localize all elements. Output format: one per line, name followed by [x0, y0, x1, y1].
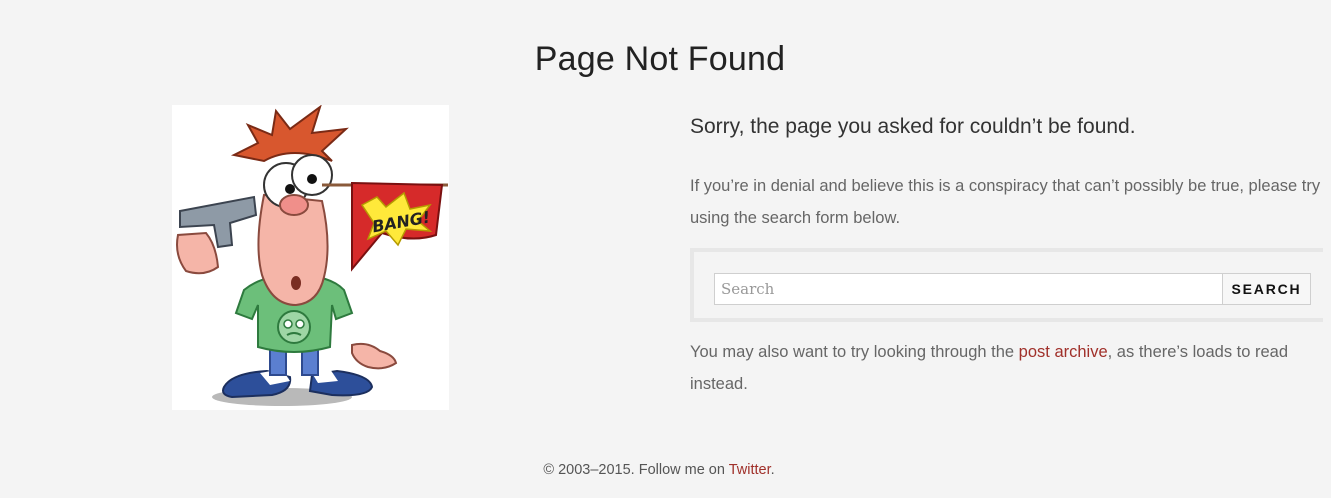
search-button[interactable]: SEARCH [1223, 273, 1311, 305]
search-form: SEARCH [690, 248, 1323, 322]
lead-message: Sorry, the page you asked for couldn’t b… [690, 115, 1136, 138]
search-input[interactable] [714, 273, 1223, 305]
page: Page Not Found BANG! Sorry, the page you… [0, 0, 1331, 498]
footer-suffix: . [770, 462, 775, 478]
post-archive-link[interactable]: post archive [1019, 343, 1108, 361]
twitter-link[interactable]: Twitter [729, 462, 771, 478]
page-title: Page Not Found [534, 40, 786, 78]
cartoon-illustration: BANG! [172, 105, 449, 410]
footer: © 2003–2015. Follow me on Twitter. [0, 462, 1318, 478]
intro-text: If you’re in denial and believe this is … [690, 177, 1321, 227]
main-content: Sorry, the page you asked for couldn’t b… [690, 110, 1331, 400]
archive-text: You may also want to try looking through… [690, 336, 1331, 400]
footer-copyright: © 2003–2015. Follow me on [543, 462, 729, 478]
archive-prefix: You may also want to try looking through… [690, 343, 1019, 361]
